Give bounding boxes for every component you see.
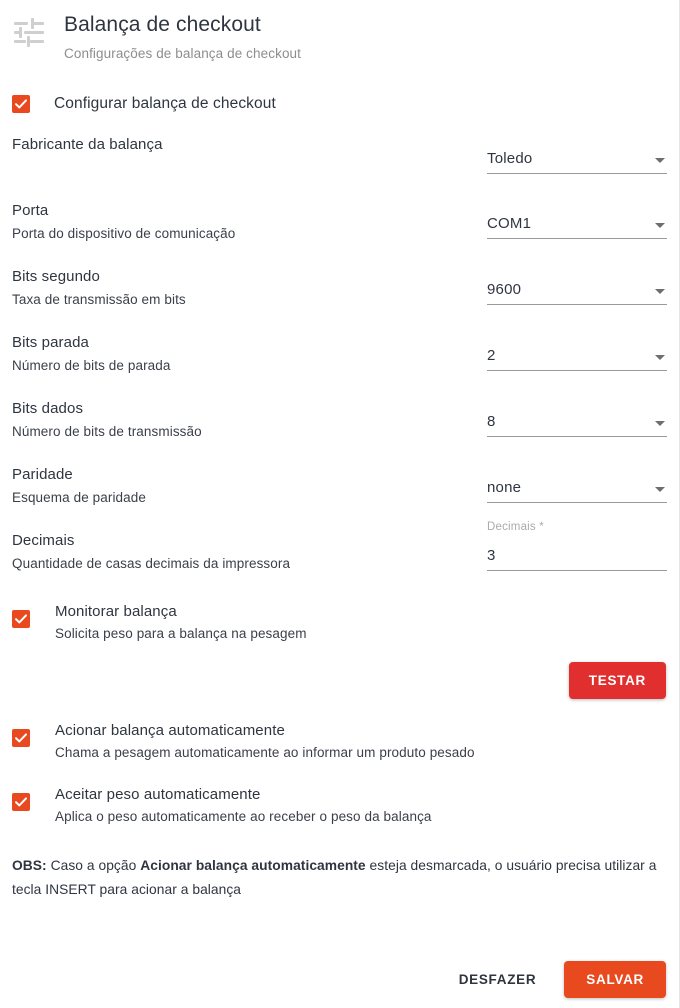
tune-sliders-icon [12,16,46,50]
chevron-down-icon[interactable] [655,355,665,360]
obs-prefix: OBS: [12,858,47,873]
field-label: Fabricante da balança [12,136,163,153]
checkbox-acionar-balanca-automaticamente[interactable] [12,729,30,747]
footer-actions: DESFAZER SALVAR [0,950,679,1008]
enable-scale-checkbox-row[interactable]: Configurar balança de checkout [12,94,679,113]
option-title: Monitorar balança [55,603,177,620]
select-control[interactable]: 8 [487,407,667,437]
chevron-down-icon[interactable] [655,421,665,426]
option-row-monitorar-balanca[interactable]: Monitorar balança Solicita peso para a b… [0,601,679,643]
field-label: Decimais [12,532,75,549]
field-label-block: Bits segundo Taxa de transmissão em bits [12,267,462,309]
option-text-block: Monitorar balança Solicita peso para a b… [55,601,307,643]
select-bits-dados[interactable]: 8 [487,407,667,437]
header-text-block: Balança de checkout Configurações de bal… [64,10,301,63]
select-control[interactable]: 2 [487,341,667,371]
select-bits-parada[interactable]: 2 [487,341,667,371]
decimais-floating-label: Decimais * [487,521,544,533]
select-fabricante-da-balanca[interactable]: Toledo [487,144,667,174]
field-label-block: Fabricante da balança [12,135,462,155]
option-title: Aceitar peso automaticamente [55,786,261,803]
select-paridade[interactable]: none [487,473,667,503]
option-row-acionar-balanca[interactable]: Acionar balança automaticamente Chama a … [0,720,679,762]
check-icon [15,733,27,743]
option-description: Chama a pesagem automaticamente ao infor… [55,745,475,760]
obs-note: OBS: Caso a opção Acionar balança automa… [12,854,667,902]
field-row-bits-parada: Bits parada Número de bits de parada 2 [0,333,679,399]
select-bits-segundo[interactable]: 9600 [487,275,667,305]
field-description: Quantidade de casas decimais da impresso… [12,556,291,571]
field-description: Porta do dispositivo de comunicação [12,226,236,241]
page-subtitle: Configurações de balança de checkout [64,46,302,61]
field-row-porta: Porta Porta do dispositivo de comunicaçã… [0,201,679,267]
check-icon [15,797,27,807]
option-text-block: Aceitar peso automaticamente Aplica o pe… [55,784,432,826]
check-icon [15,614,27,624]
select-value: 2 [487,347,496,364]
select-value: 8 [487,413,496,430]
obs-text-1: Caso a opção [46,858,141,873]
checkbox-configurar-balanca[interactable] [12,95,30,113]
scale-settings-form: Fabricante da balança Toledo Porta Porta… [0,135,679,597]
field-row-decimais: Decimais Quantidade de casas decimais da… [0,521,679,597]
field-label-block: Porta Porta do dispositivo de comunicaçã… [12,201,462,243]
select-value: Toledo [487,150,533,167]
field-label-block: Decimais Quantidade de casas decimais da… [12,531,462,573]
field-description: Taxa de transmissão em bits [12,292,186,307]
field-label-block: Bits dados Número de bits de transmissão [12,399,462,441]
field-description: Esquema de paridade [12,490,146,505]
field-label: Bits dados [12,400,84,417]
field-label: Bits parada [12,334,89,351]
field-row-bits-dados: Bits dados Número de bits de transmissão… [0,399,679,465]
checkbox-monitorar-balanca[interactable] [12,610,30,628]
chevron-down-icon[interactable] [655,158,665,163]
chevron-down-icon[interactable] [655,487,665,492]
text-input-control[interactable]: 3 [487,541,667,571]
option-text-block: Acionar balança automaticamente Chama a … [55,720,475,762]
field-label: Bits segundo [12,268,100,285]
page-title: Balança de checkout [64,13,261,36]
field-row-fabricante: Fabricante da balança Toledo [0,135,679,201]
field-label: Porta [12,202,49,219]
chevron-down-icon[interactable] [655,223,665,228]
select-control[interactable]: 9600 [487,275,667,305]
input-value: 3 [487,547,496,564]
select-value: none [487,479,522,496]
page-header: Balança de checkout Configurações de bal… [0,0,679,63]
checkbox-aceitar-peso-automaticamente[interactable] [12,793,30,811]
desfazer-button[interactable]: DESFAZER [445,962,551,997]
field-description: Número de bits de parada [12,358,171,373]
select-control[interactable]: none [487,473,667,503]
input-decimais[interactable]: Decimais * 3 [487,520,667,571]
select-value: COM1 [487,215,532,232]
settings-page: Balança de checkout Configurações de bal… [0,0,680,1008]
field-description: Número de bits de transmissão [12,424,202,439]
chevron-down-icon[interactable] [655,289,665,294]
select-control[interactable]: Toledo [487,144,667,174]
select-porta[interactable]: COM1 [487,209,667,239]
test-button-row: TESTAR [0,662,679,699]
field-label: Paridade [12,466,73,483]
option-description: Solicita peso para a balança na pesagem [55,626,307,641]
field-label-block: Bits parada Número de bits de parada [12,333,462,375]
testar-button[interactable]: TESTAR [568,662,666,699]
salvar-button[interactable]: SALVAR [564,960,666,998]
field-row-bits-segundo: Bits segundo Taxa de transmissão em bits… [0,267,679,333]
option-row-aceitar-peso[interactable]: Aceitar peso automaticamente Aplica o pe… [0,784,679,826]
field-label-block: Paridade Esquema de paridade [12,465,462,507]
option-title: Acionar balança automaticamente [55,722,285,739]
select-value: 9600 [487,281,522,298]
option-description: Aplica o peso automaticamente ao receber… [55,809,432,824]
enable-scale-label: Configurar balança de checkout [54,94,276,112]
select-control[interactable]: COM1 [487,209,667,239]
check-icon [15,99,27,109]
obs-bold-term: Acionar balança automaticamente [140,858,366,873]
